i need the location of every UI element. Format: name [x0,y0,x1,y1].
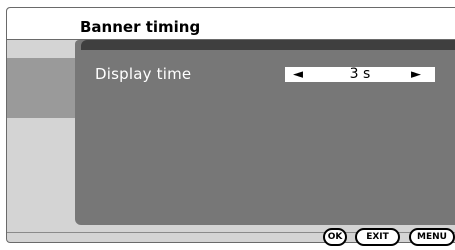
panel-top-bar [81,40,455,50]
side-strip [7,58,77,118]
title-bar: Banner timing [7,8,455,40]
display-time-selector[interactable]: ◄ 3 s ► [285,67,435,82]
arrow-right-icon[interactable]: ► [411,67,421,82]
exit-button[interactable]: EXIT [355,228,400,246]
page-title: Banner timing [80,18,201,36]
display-time-label: Display time [95,65,192,83]
menu-button[interactable]: MENU [409,228,455,246]
ok-button[interactable]: OK [323,228,347,246]
osd-frame: Banner timing Display time ◄ 3 s ► [6,7,455,243]
settings-panel: Display time ◄ 3 s ► [75,40,455,225]
